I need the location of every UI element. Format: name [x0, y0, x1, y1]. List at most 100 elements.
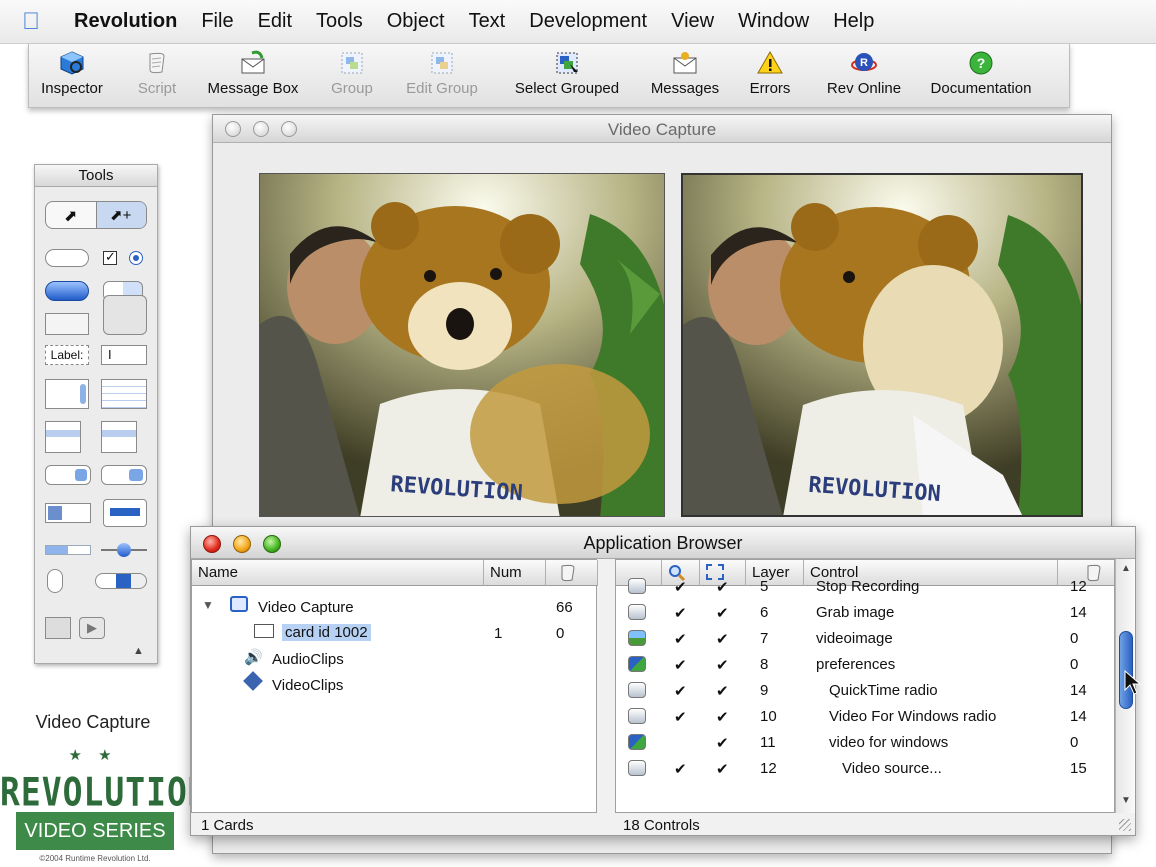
visible-checkmark-icon[interactable]: ✔ [674, 604, 687, 622]
control-row-script-length: 0 [1070, 656, 1079, 673]
selectable-checkmark-icon[interactable]: ✔ [716, 578, 729, 596]
selectable-checkmark-icon[interactable]: ✔ [716, 708, 729, 726]
menu-development[interactable]: Development [517, 10, 659, 33]
browse-pointer-icon[interactable]: ⬈ [64, 206, 77, 226]
video-clips-icon [243, 671, 263, 691]
control-row[interactable]: ✔ ✔ 10 Video For Windows radio 14 [616, 704, 1114, 730]
player-tool[interactable] [45, 617, 71, 639]
script-column-header[interactable] [546, 560, 598, 586]
menu-file[interactable]: File [189, 10, 245, 33]
num-column-header[interactable]: Num [484, 560, 546, 586]
scroll-up-arrow-icon[interactable]: ▲ [1121, 563, 1131, 574]
control-row-script-length: 15 [1070, 760, 1087, 777]
inspector-button[interactable]: Inspector [35, 50, 109, 97]
menu-text[interactable]: Text [457, 10, 518, 33]
errors-button[interactable]: Errors [741, 50, 799, 97]
tree-row-count: 66 [556, 599, 573, 616]
documentation-button[interactable]: ? Documentation [919, 50, 1043, 97]
control-row[interactable]: ✔ 11 video for windows 0 [616, 730, 1114, 756]
tools-palette: Tools ⬈ ⬈+ ✓ Label: I ▶ ▲ [34, 164, 158, 664]
brand-caption: Video Capture [35, 712, 151, 732]
tree-row-name: AudioClips [272, 651, 344, 668]
control-row-script-length: 14 [1070, 682, 1087, 699]
message-envelope-icon [241, 50, 265, 74]
select-grouped-button[interactable]: Select Grouped [505, 50, 629, 97]
apple-menu-icon[interactable]:  [0, 8, 62, 36]
control-row[interactable]: ✔ ✔ 9 QuickTime radio 14 [616, 678, 1114, 704]
resize-grip-icon[interactable] [1119, 819, 1131, 831]
edit-group-icon [431, 52, 453, 74]
menu-window[interactable]: Window [726, 10, 821, 33]
group-box-tool[interactable] [103, 295, 147, 335]
menu-view[interactable]: View [659, 10, 726, 33]
list-field-tool[interactable] [45, 421, 81, 453]
visible-checkmark-icon[interactable]: ✔ [674, 760, 687, 778]
option-menu-tool[interactable] [101, 465, 147, 485]
menu-help[interactable]: Help [821, 10, 886, 33]
scrolling-list-tool[interactable] [101, 421, 137, 453]
brand-stars-icon: ★ ★ [68, 747, 118, 764]
rounded-button-tool[interactable] [45, 249, 89, 267]
palette-collapse-icon[interactable]: ▲ [133, 645, 144, 657]
group-button[interactable]: Group [321, 50, 383, 97]
video-capture-titlebar[interactable]: Video Capture [213, 115, 1111, 143]
button-icon [628, 760, 646, 776]
control-row[interactable]: ✔ ✔ 7 videoimage 0 [616, 626, 1114, 652]
play-button-tool[interactable]: ▶ [79, 617, 105, 639]
control-row[interactable]: ✔ ✔ 5 Stop Recording 12 [616, 574, 1114, 600]
slider-knob-icon [117, 543, 131, 557]
selectable-checkmark-icon[interactable]: ✔ [716, 760, 729, 778]
control-row-name: preferences [816, 656, 896, 673]
default-button-tool[interactable] [45, 281, 89, 301]
script-button[interactable]: Script [125, 50, 189, 97]
menu-app-revolution[interactable]: Revolution [62, 10, 189, 33]
scrolling-field-tool[interactable] [45, 379, 89, 409]
progress-bar-tool[interactable] [45, 545, 91, 555]
visible-checkmark-icon[interactable]: ✔ [674, 630, 687, 648]
rectangle-button-tool[interactable] [45, 313, 89, 335]
edit-pointer-icon: ⬈+ [110, 207, 132, 224]
disclosure-triangle-icon[interactable]: ▼ [202, 598, 214, 612]
popup-menu-tool[interactable] [45, 465, 91, 485]
visible-checkmark-icon[interactable]: ✔ [674, 578, 687, 596]
selectable-checkmark-icon[interactable]: ✔ [716, 734, 729, 752]
selectable-checkmark-icon[interactable]: ✔ [716, 630, 729, 648]
svg-text:?: ? [977, 55, 986, 71]
rev-online-button[interactable]: R Rev Online [819, 50, 909, 97]
scrollbar-tool[interactable] [95, 573, 147, 589]
menu-tools[interactable]: Tools [304, 10, 375, 33]
tab-panel-tool[interactable] [103, 499, 147, 527]
scroll-down-arrow-icon[interactable]: ▼ [1121, 795, 1131, 806]
name-column-header[interactable]: Name [192, 560, 484, 586]
menu-edit[interactable]: Edit [246, 10, 304, 33]
selectable-checkmark-icon[interactable]: ✔ [716, 682, 729, 700]
select-grouped-label: Select Grouped [514, 80, 620, 97]
visible-checkmark-icon[interactable]: ✔ [674, 708, 687, 726]
control-row[interactable]: ✔ ✔ 12 Video source... 15 [616, 756, 1114, 782]
application-browser-titlebar[interactable]: Application Browser [191, 527, 1135, 559]
menu-object[interactable]: Object [375, 10, 457, 33]
cards-count-status: 1 Cards [201, 817, 254, 834]
webcam-image-live: REVOLUTION [260, 174, 664, 516]
radio-tool[interactable] [129, 251, 143, 265]
message-box-button[interactable]: Message Box [201, 50, 305, 97]
control-row[interactable]: ✔ ✔ 8 preferences 0 [616, 652, 1114, 678]
text-field-tool[interactable]: I [101, 345, 147, 365]
edit-group-button[interactable]: Edit Group [399, 50, 485, 97]
warning-triangle-icon [757, 50, 783, 74]
little-arrows-tool[interactable] [47, 569, 63, 593]
visible-checkmark-icon[interactable]: ✔ [674, 682, 687, 700]
selectable-checkmark-icon[interactable]: ✔ [716, 656, 729, 674]
visible-checkmark-icon[interactable]: ✔ [674, 656, 687, 674]
slider-tool[interactable] [101, 543, 147, 557]
label-field-tool[interactable]: Label: [45, 345, 89, 365]
combo-icon [48, 506, 62, 520]
table-field-tool[interactable] [101, 379, 147, 409]
selectable-checkmark-icon[interactable]: ✔ [716, 604, 729, 622]
control-row[interactable]: ✔ ✔ 6 Grab image 14 [616, 600, 1114, 626]
combo-box-tool[interactable] [45, 503, 91, 523]
control-row-script-length: 14 [1070, 604, 1087, 621]
messages-button[interactable]: Messages [643, 50, 727, 97]
checkbox-tool[interactable]: ✓ [103, 249, 117, 265]
control-row-layer: 11 [760, 734, 776, 751]
